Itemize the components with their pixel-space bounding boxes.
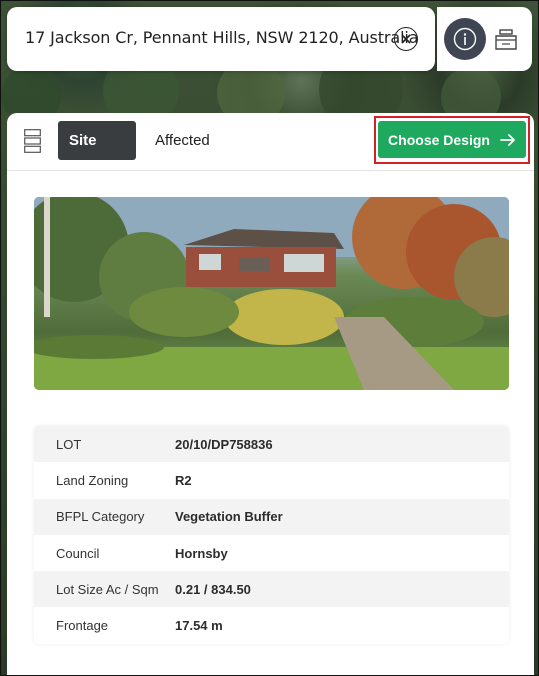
table-row: LOT 20/10/DP758836 xyxy=(34,426,509,463)
property-key: LOT xyxy=(56,436,82,452)
property-value: Hornsby xyxy=(175,545,228,561)
panel-tab-bar: Site info Affected Choose Design xyxy=(7,113,534,188)
house-photo-image xyxy=(34,197,509,390)
close-icon xyxy=(401,34,411,44)
basket-icon[interactable] xyxy=(493,27,519,53)
tab-affected[interactable]: Affected xyxy=(144,121,221,160)
property-value: Vegetation Buffer xyxy=(175,509,283,525)
table-row: Frontage 17.54 m xyxy=(34,607,509,644)
table-row: Council Hornsby xyxy=(34,534,509,572)
property-details-table: LOT 20/10/DP758836 Land Zoning R2 BFPL C… xyxy=(34,426,509,644)
property-key: Frontage xyxy=(56,618,109,634)
property-value: 0.21 / 834.50 xyxy=(175,581,251,597)
app-frame: 17 Jackson Cr, Pennant Hills, NSW 2120, … xyxy=(0,0,539,676)
info-button[interactable] xyxy=(444,18,486,60)
address-search-bar[interactable]: 17 Jackson Cr, Pennant Hills, NSW 2120, … xyxy=(7,7,435,71)
property-value: 17.54 m xyxy=(175,618,223,634)
property-key: BFPL Category xyxy=(56,509,145,525)
property-key: Lot Size Ac / Sqm xyxy=(56,581,159,597)
property-key: Council xyxy=(56,545,100,561)
address-text[interactable]: 17 Jackson Cr, Pennant Hills, NSW 2120, … xyxy=(25,28,419,47)
header-actions xyxy=(437,7,532,71)
clear-address-button[interactable] xyxy=(394,27,418,51)
list-view-icon[interactable] xyxy=(24,129,41,153)
site-info-panel: Site info Affected Choose Design LOT 20/… xyxy=(7,113,534,675)
info-icon xyxy=(453,27,477,51)
property-key: Land Zoning xyxy=(56,472,129,488)
table-row: Lot Size Ac / Sqm 0.21 / 834.50 xyxy=(34,571,509,608)
tab-site-info[interactable]: Site info xyxy=(58,121,136,188)
arrow-right-icon xyxy=(500,133,515,146)
property-value: 20/10/DP758836 xyxy=(175,436,273,452)
property-photo xyxy=(34,197,509,390)
choose-design-label: Choose Design xyxy=(388,131,490,148)
choose-design-button[interactable]: Choose Design xyxy=(378,121,526,158)
table-row: Land Zoning R2 xyxy=(34,462,509,499)
table-row: BFPL Category Vegetation Buffer xyxy=(34,498,509,535)
property-value: R2 xyxy=(175,472,192,488)
